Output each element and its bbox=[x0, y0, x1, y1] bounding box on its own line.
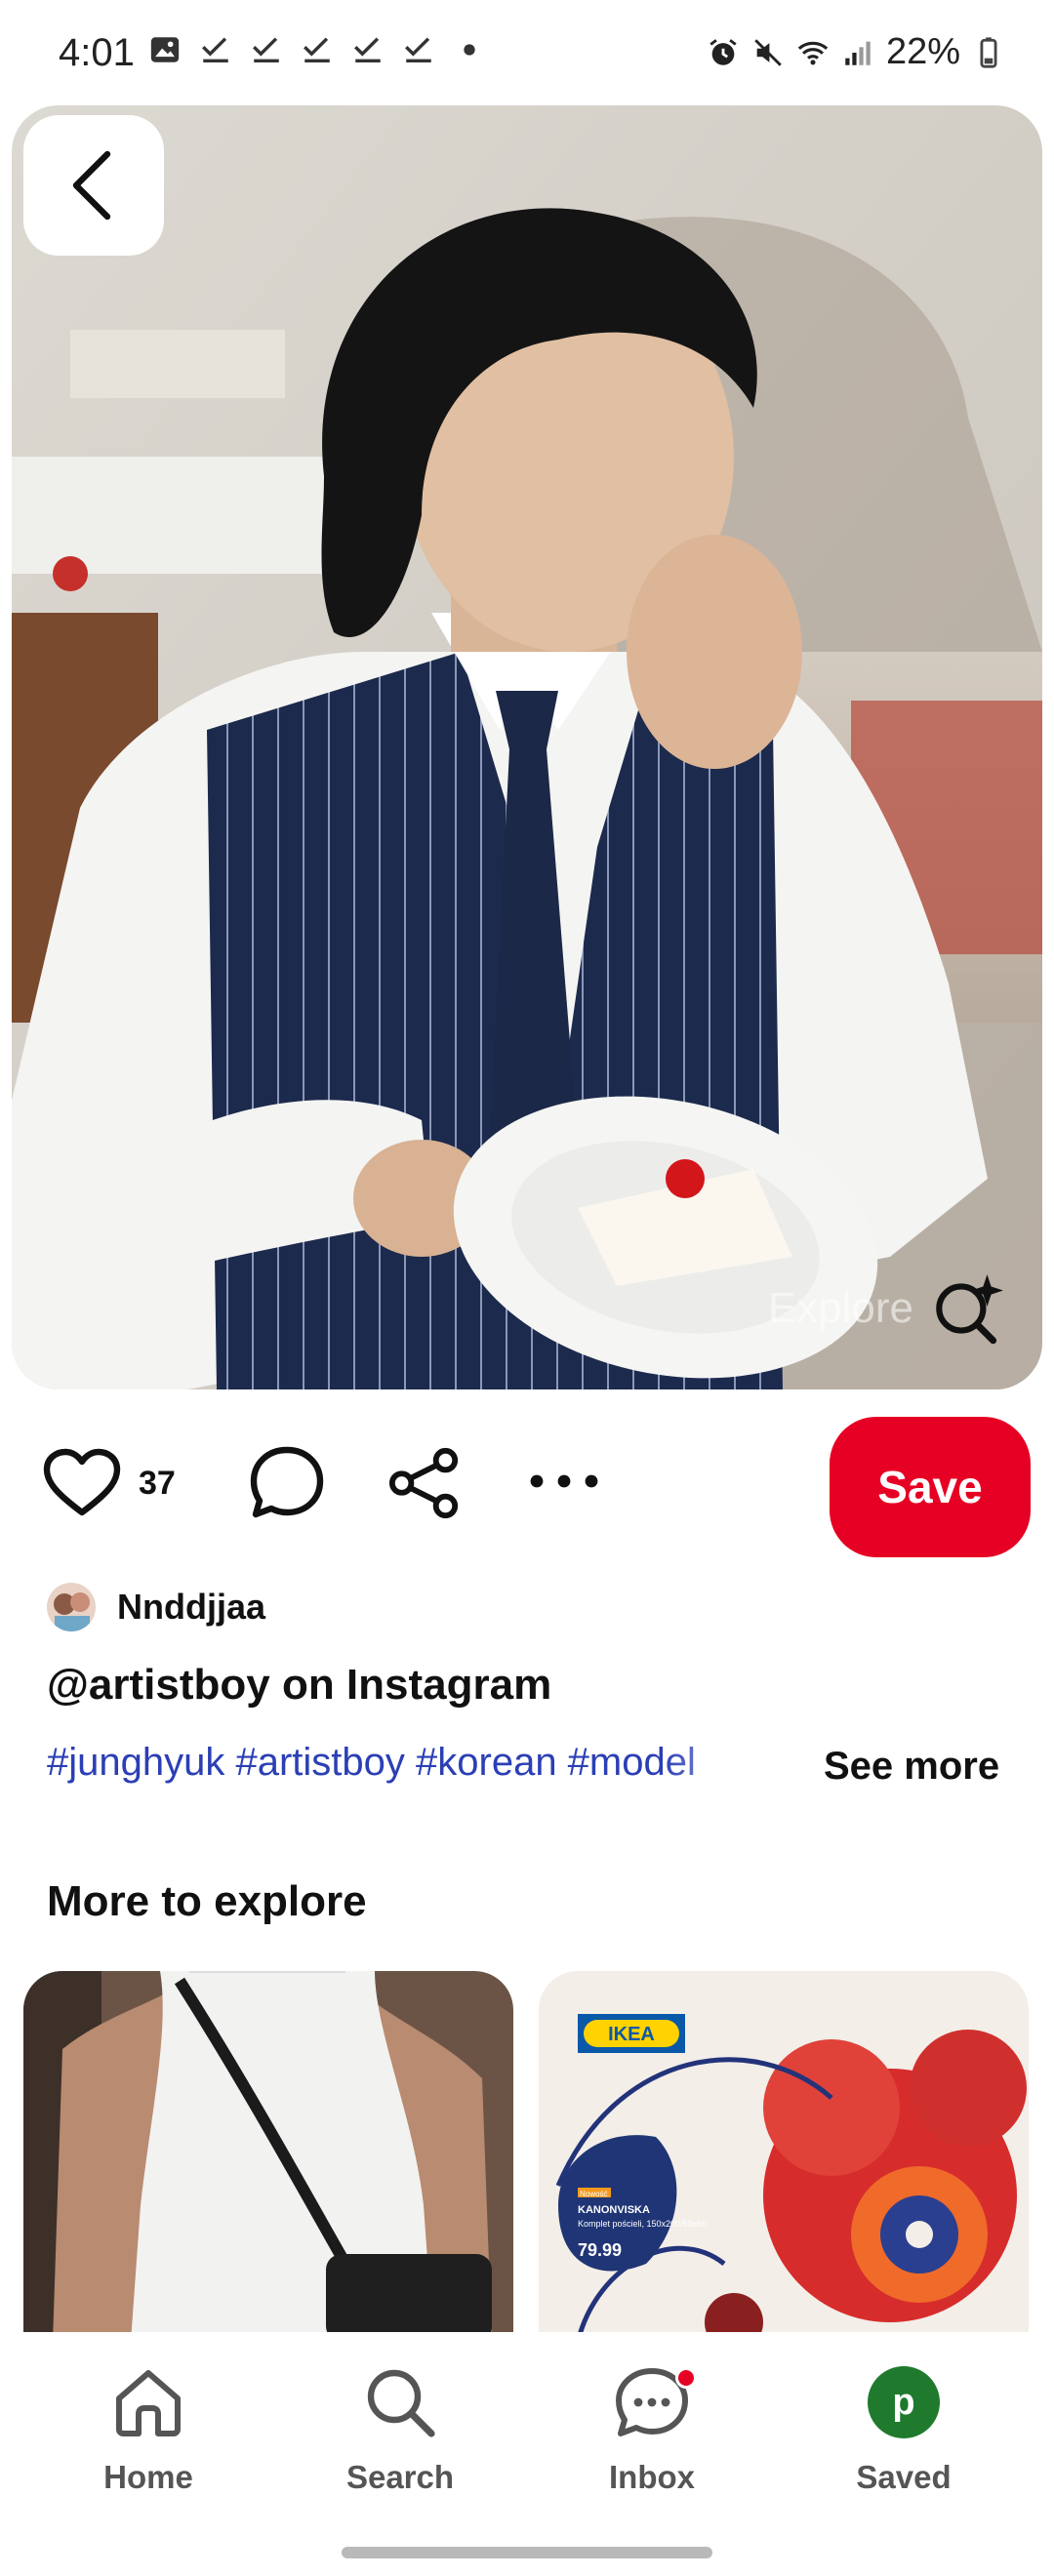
nav-home-label: Home bbox=[103, 2459, 193, 2495]
chevron-left-icon bbox=[72, 150, 111, 221]
nav-search[interactable]: Search bbox=[303, 2363, 498, 2496]
author-name: Nnddjjaa bbox=[117, 1587, 266, 1627]
like-button[interactable]: 37 bbox=[43, 1448, 176, 1518]
nav-home[interactable]: Home bbox=[51, 2363, 246, 2496]
heart-icon bbox=[43, 1448, 121, 1516]
author-avatar bbox=[47, 1583, 96, 1631]
home-icon bbox=[116, 2370, 181, 2436]
ikea-product-name: KANONVISKA bbox=[578, 2204, 650, 2216]
profile-avatar: p bbox=[868, 2366, 940, 2438]
alarm-icon bbox=[709, 38, 737, 65]
more-to-explore-title: More to explore bbox=[47, 1877, 367, 1925]
pin-author[interactable]: Nnddjjaa bbox=[47, 1583, 265, 1631]
battery-icon bbox=[980, 36, 997, 68]
check-icon bbox=[405, 37, 431, 63]
tags-fade bbox=[662, 1741, 798, 1799]
ikea-price: 79.99 bbox=[578, 2240, 622, 2260]
explore-label: Explore bbox=[767, 1284, 913, 1332]
signal-icon bbox=[845, 41, 871, 65]
pin-action-row: 37 Save bbox=[0, 1405, 1054, 1561]
visual-search-button[interactable]: Explore bbox=[768, 1268, 1007, 1348]
nav-saved-label: Saved bbox=[856, 2459, 952, 2495]
more-dots-icon bbox=[530, 1474, 598, 1488]
pin-title: @artistboy on Instagram bbox=[47, 1661, 552, 1709]
status-bar: 4:01 22% bbox=[0, 0, 1054, 107]
check-icon bbox=[202, 37, 228, 63]
back-button[interactable] bbox=[23, 115, 164, 256]
nav-inbox-label: Inbox bbox=[609, 2459, 695, 2495]
dot-icon bbox=[464, 44, 475, 56]
pin-description: #junghyuk #artistboy #korean #model See … bbox=[47, 1741, 1023, 1799]
battery-percent: 22% bbox=[885, 31, 960, 72]
bottom-navigation: Home Search Inbox p Saved bbox=[0, 2332, 1054, 2576]
see-more-link[interactable]: See more bbox=[824, 1745, 999, 1789]
comment-icon bbox=[250, 1446, 324, 1518]
pin-photo bbox=[12, 105, 1042, 1389]
gallery-icon bbox=[150, 37, 180, 62]
inbox-notification-dot bbox=[675, 2367, 697, 2389]
visual-search-icon bbox=[936, 1274, 1003, 1345]
like-count: 37 bbox=[139, 1464, 176, 1502]
home-indicator[interactable] bbox=[342, 2547, 712, 2558]
pin-image[interactable]: Explore bbox=[12, 105, 1042, 1389]
share-icon bbox=[388, 1447, 459, 1519]
ikea-logo-text: IKEA bbox=[608, 2024, 655, 2045]
wifi-icon bbox=[797, 41, 829, 64]
save-button[interactable]: Save bbox=[830, 1417, 1031, 1557]
explore-card-tank-top[interactable] bbox=[23, 1971, 513, 2342]
share-button[interactable] bbox=[386, 1446, 463, 1520]
ikea-tag-new: Nowość bbox=[580, 2190, 607, 2198]
search-icon bbox=[367, 2369, 435, 2437]
status-system-icons: 22% bbox=[707, 31, 1005, 73]
check-icon bbox=[304, 37, 330, 63]
card-photo: IKEA Nowość KANONVISKA Komplet pościeli,… bbox=[539, 1971, 1029, 2342]
comment-button[interactable] bbox=[248, 1444, 326, 1522]
check-icon bbox=[354, 37, 381, 63]
ikea-product-desc: Komplet pościeli, 150x200/50x60 bbox=[578, 2219, 707, 2229]
card-photo bbox=[23, 1971, 513, 2342]
nav-saved[interactable]: p Saved bbox=[806, 2363, 1001, 2496]
nav-inbox[interactable]: Inbox bbox=[554, 2363, 750, 2496]
explore-card-ikea-bedding[interactable]: IKEA Nowość KANONVISKA Komplet pościeli,… bbox=[539, 1971, 1029, 2342]
status-notification-icons bbox=[148, 33, 486, 66]
more-options-button[interactable] bbox=[527, 1462, 601, 1501]
nav-search-label: Search bbox=[345, 2459, 455, 2495]
mute-icon bbox=[754, 38, 782, 66]
check-icon bbox=[253, 37, 279, 63]
status-time: 4:01 bbox=[59, 31, 135, 74]
